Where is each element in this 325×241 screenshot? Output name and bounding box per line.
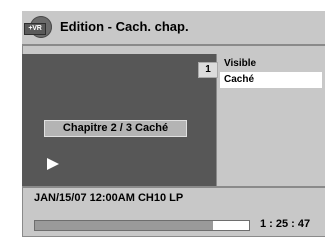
- info-divider: [22, 186, 325, 188]
- play-icon[interactable]: [47, 158, 59, 170]
- playback-progress-fill: [35, 221, 213, 230]
- dialog-title: Edition - Cach. chap.: [60, 19, 189, 34]
- visibility-menu: Visible Caché: [220, 56, 323, 186]
- disc-badge: +VR: [24, 23, 46, 35]
- elapsed-time: 1 : 25 : 47: [260, 218, 311, 230]
- title-bar: +VR Edition - Cach. chap.: [22, 11, 325, 46]
- menu-item-hidden[interactable]: Caché: [220, 72, 322, 88]
- chapter-preview: 1 Chapitre 2 / 3 Caché: [22, 54, 218, 186]
- recording-info: JAN/15/07 12:00AM CH10 LP: [34, 192, 184, 204]
- chapter-number-badge: 1: [198, 62, 218, 78]
- chapter-status-label: Chapitre 2 / 3 Caché: [44, 120, 187, 137]
- playback-progress-bar: [34, 220, 250, 231]
- menu-item-visible[interactable]: Visible: [220, 56, 323, 72]
